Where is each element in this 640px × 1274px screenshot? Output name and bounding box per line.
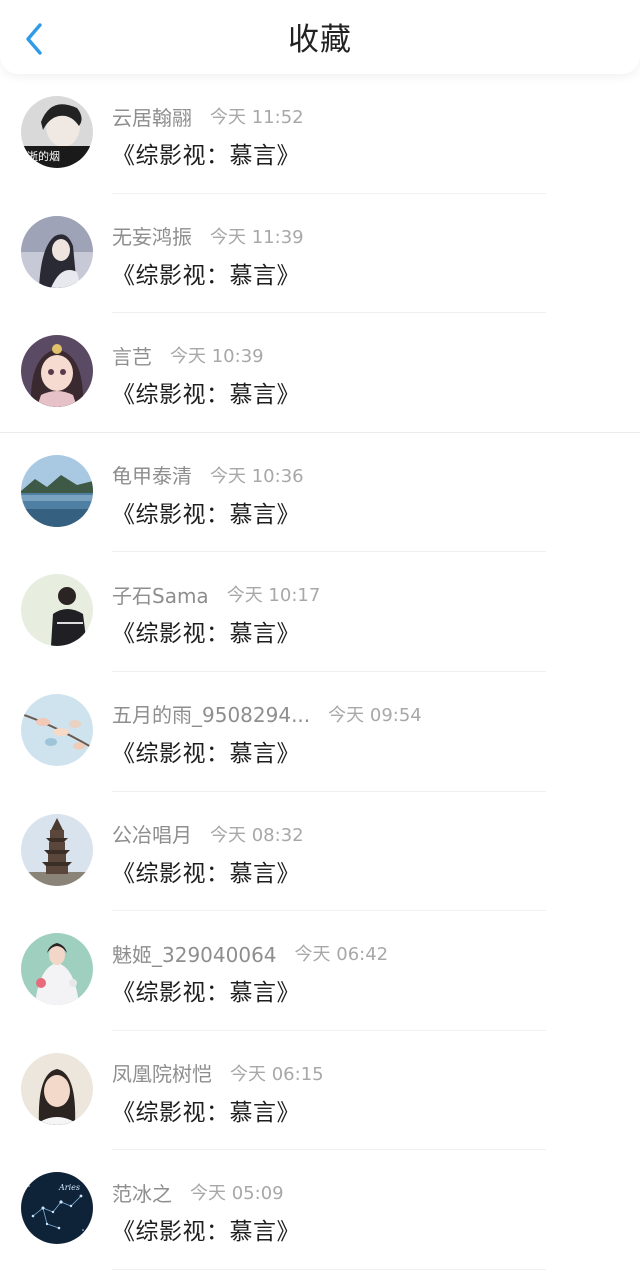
avatar[interactable]: [21, 454, 93, 527]
book-title[interactable]: 《综影视：慕言》: [112, 614, 300, 648]
list-item[interactable]: 逝的烟 云居翰翮 今天 11:52 《综影视：慕言》: [0, 74, 640, 194]
book-title[interactable]: 《综影视：慕言》: [112, 973, 300, 1007]
list-item[interactable]: Aries 范冰之 今天 05:09 《综影视：慕言》: [0, 1150, 640, 1270]
avatar[interactable]: Aries: [21, 1172, 93, 1245]
list-item[interactable]: 龟甲泰清 今天 10:36 《综影视：慕言》: [0, 433, 640, 553]
book-title[interactable]: 《综影视：慕言》: [112, 136, 300, 170]
user-name[interactable]: 无妄鸿振: [112, 221, 192, 250]
list-item[interactable]: 凤凰院树恺 今天 06:15 《综影视：慕言》: [0, 1031, 640, 1151]
list-item[interactable]: 五月的雨_9508294... 今天 09:54 《综影视：慕言》: [0, 672, 640, 792]
timestamp: 今天 06:15: [230, 1063, 324, 1085]
timestamp: 今天 06:42: [294, 944, 389, 966]
avatar-text: Aries: [58, 1183, 80, 1192]
user-name[interactable]: 子石Sama: [112, 580, 209, 609]
top-bar: 收藏: [0, 0, 640, 74]
book-title[interactable]: 《综影视：慕言》: [112, 1212, 300, 1246]
avatar[interactable]: [21, 574, 93, 647]
timestamp: 今天 11:39: [210, 226, 304, 248]
timestamp: 今天 08:32: [210, 824, 304, 846]
book-title[interactable]: 《综影视：慕言》: [112, 256, 300, 290]
timestamp: 今天 05:09: [190, 1183, 284, 1205]
divider: [112, 1268, 546, 1270]
book-title[interactable]: 《综影视：慕言》: [112, 375, 300, 409]
timestamp: 今天 10:39: [170, 346, 264, 368]
timestamp: 今天 09:54: [328, 704, 422, 726]
user-name[interactable]: 五月的雨_9508294...: [112, 699, 310, 728]
avatar-text: 逝的烟: [27, 149, 60, 163]
user-name[interactable]: 范冰之: [112, 1178, 172, 1207]
list-item[interactable]: 言芑 今天 10:39 《综影视：慕言》: [0, 313, 640, 433]
book-title[interactable]: 《综影视：慕言》: [112, 1093, 300, 1127]
timestamp: 今天 11:52: [210, 107, 304, 128]
user-name[interactable]: 凤凰院树恺: [112, 1058, 212, 1087]
book-title[interactable]: 《综影视：慕言》: [112, 734, 300, 768]
avatar[interactable]: 逝的烟: [21, 96, 93, 168]
avatar[interactable]: [21, 813, 93, 886]
avatar[interactable]: [21, 933, 93, 1006]
user-name[interactable]: 魅姬_329040064: [112, 939, 277, 968]
avatar[interactable]: [21, 335, 93, 408]
list-item[interactable]: 无妄鸿振 今天 11:39 《综影视：慕言》: [0, 194, 640, 314]
timestamp: 今天 10:36: [210, 465, 304, 487]
list-item[interactable]: 魅姬_329040064 今天 06:42 《综影视：慕言》: [0, 911, 640, 1031]
user-name[interactable]: 龟甲泰清: [112, 460, 192, 489]
avatar[interactable]: [21, 215, 93, 288]
user-name[interactable]: 公冶唱月: [112, 819, 192, 848]
avatar[interactable]: [21, 693, 93, 766]
favorites-list: 逝的烟 云居翰翮 今天 11:52 《综影视：慕言》 无妄鸿振 今天 11:39…: [0, 74, 640, 1270]
book-title[interactable]: 《综影视：慕言》: [112, 495, 300, 529]
page-title: 收藏: [288, 22, 352, 58]
user-name[interactable]: 言芑: [112, 341, 152, 370]
user-name[interactable]: 云居翰翮: [112, 102, 192, 131]
list-item[interactable]: 公冶唱月 今天 08:32 《综影视：慕言》: [0, 792, 640, 912]
book-title[interactable]: 《综影视：慕言》: [112, 854, 300, 888]
list-item[interactable]: 子石Sama 今天 10:17 《综影视：慕言》: [0, 552, 640, 672]
timestamp: 今天 10:17: [226, 585, 321, 607]
avatar[interactable]: [21, 1052, 93, 1125]
